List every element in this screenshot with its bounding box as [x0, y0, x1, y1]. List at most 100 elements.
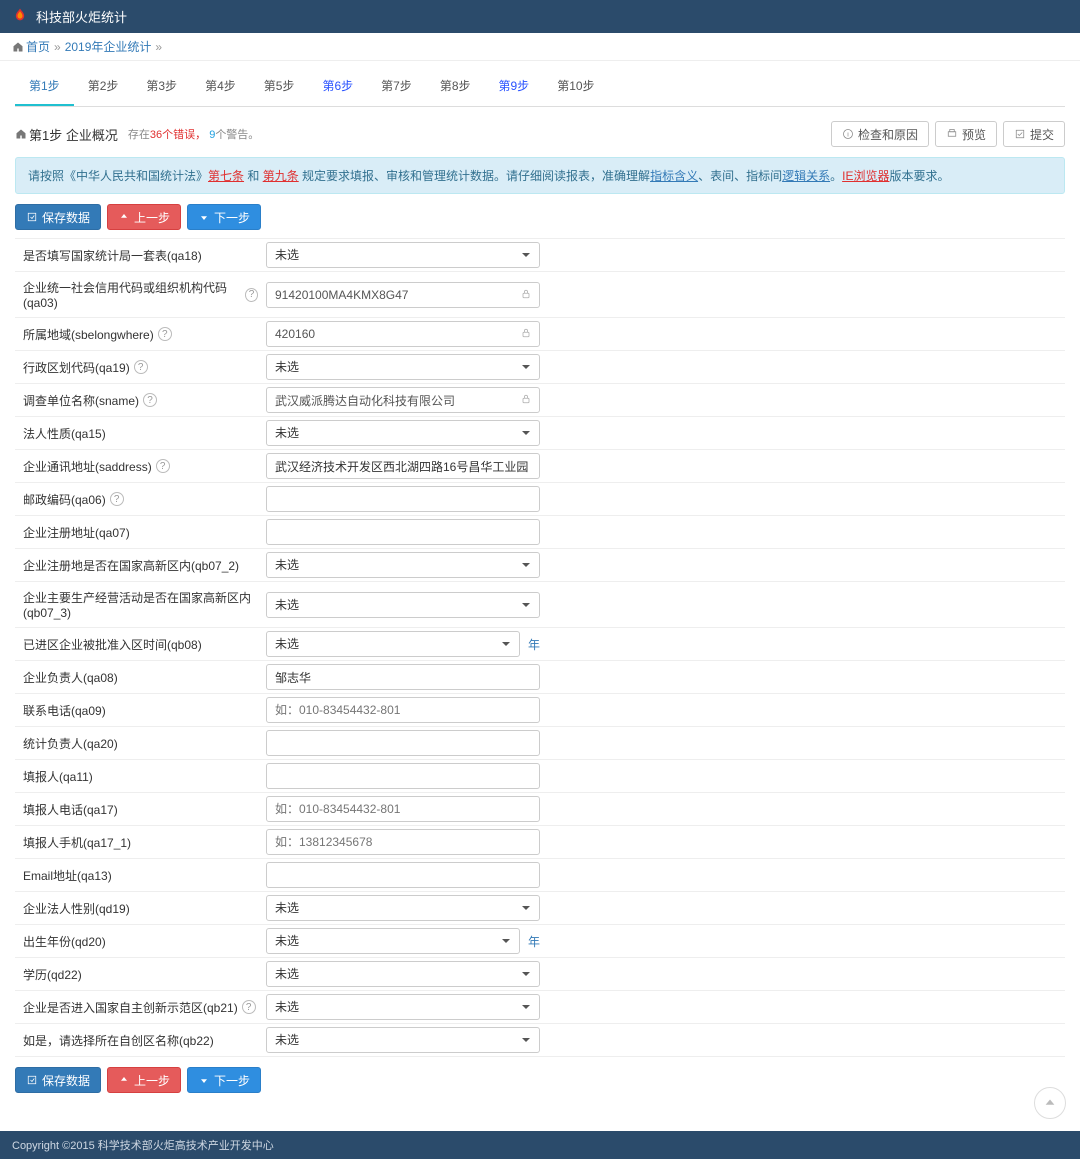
label-qa07: 企业注册地址(qa07) — [15, 517, 266, 548]
save-button[interactable]: 保存数据 — [15, 1067, 101, 1093]
breadcrumb-lvl1[interactable]: 2019年企业统计 — [65, 38, 152, 55]
select-qd22[interactable]: 未选 — [266, 961, 540, 987]
help-icon[interactable]: ? — [242, 1000, 256, 1014]
home-icon — [12, 41, 24, 53]
check-button[interactable]: i检查和原因 — [831, 121, 929, 147]
label-sname: 调查单位名称(sname)? — [15, 385, 266, 416]
help-icon[interactable]: ? — [110, 492, 124, 506]
select-qb22[interactable]: 未选 — [266, 1027, 540, 1053]
help-icon[interactable]: ? — [158, 327, 172, 341]
label-qa13: Email地址(qa13) — [15, 860, 266, 891]
label-qa15: 法人性质(qa15) — [15, 418, 266, 449]
section-header: 第1步 企业概况 存在36个错误， 9个警告。 i检查和原因 预览 提交 — [15, 107, 1065, 157]
form-row-qa13: Email地址(qa13) — [15, 858, 1065, 891]
prev-button[interactable]: 上一步 — [107, 1067, 181, 1093]
label-sbelongwhere: 所属地域(sbelongwhere)? — [15, 319, 266, 350]
arrow-up-icon — [118, 1074, 130, 1086]
arrow-up-icon — [1043, 1096, 1057, 1110]
preview-button[interactable]: 预览 — [935, 121, 997, 147]
home-icon — [15, 128, 27, 140]
label-qb21: 企业是否进入国家自主创新示范区(qb21)? — [15, 992, 266, 1023]
tab-step-6[interactable]: 第6步 — [308, 67, 367, 106]
tab-step-7[interactable]: 第7步 — [367, 67, 426, 106]
breadcrumb-home[interactable]: 首页 — [26, 38, 50, 55]
next-button[interactable]: 下一步 — [187, 1067, 261, 1093]
select-qb07_3[interactable]: 未选 — [266, 592, 540, 618]
app-header: 科技部火炬统计 — [0, 0, 1080, 33]
input-saddress[interactable] — [266, 453, 540, 479]
input-qa17_1[interactable] — [266, 829, 540, 855]
torch-icon — [10, 7, 30, 27]
form-row-sname: 调查单位名称(sname)? — [15, 383, 1065, 416]
tab-step-10[interactable]: 第10步 — [543, 67, 608, 106]
logic-link[interactable]: 逻辑关系 — [782, 169, 830, 183]
arrow-down-icon — [198, 1074, 210, 1086]
input-sname — [266, 387, 540, 413]
input-qa07[interactable] — [266, 519, 540, 545]
submit-button[interactable]: 提交 — [1003, 121, 1065, 147]
form-row-qa07: 企业注册地址(qa07) — [15, 515, 1065, 548]
prev-button[interactable]: 上一步 — [107, 204, 181, 230]
label-qa17_1: 填报人手机(qa17_1) — [15, 827, 266, 858]
form-row-qa15: 法人性质(qa15)未选 — [15, 416, 1065, 449]
select-qd19[interactable]: 未选 — [266, 895, 540, 921]
button-bar-top: 保存数据 上一步 下一步 — [15, 204, 1065, 230]
breadcrumb: 首页 » 2019年企业统计 » — [0, 33, 1080, 61]
button-bar-bottom: 保存数据 上一步 下一步 — [15, 1067, 1065, 1093]
tab-step-1[interactable]: 第1步 — [15, 67, 74, 106]
ie-link[interactable]: IE浏览器 — [842, 169, 889, 183]
select-qa19[interactable]: 未选 — [266, 354, 540, 380]
form-row-qb07_3: 企业主要生产经营活动是否在国家高新区内(qb07_3)未选 — [15, 581, 1065, 627]
input-qa17[interactable] — [266, 796, 540, 822]
scroll-top-button[interactable] — [1034, 1087, 1066, 1119]
label-qb22: 如是，请选择所在自创区名称(qb22) — [15, 1025, 266, 1056]
save-button[interactable]: 保存数据 — [15, 204, 101, 230]
tab-step-5[interactable]: 第5步 — [250, 67, 309, 106]
input-qa09[interactable] — [266, 697, 540, 723]
form-row-qa03: 企业统一社会信用代码或组织机构代码(qa03)? — [15, 271, 1065, 317]
tab-step-9[interactable]: 第9步 — [485, 67, 544, 106]
input-qa13[interactable] — [266, 862, 540, 888]
law-link-9[interactable]: 第九条 — [263, 169, 299, 183]
label-qa03: 企业统一社会信用代码或组织机构代码(qa03)? — [15, 272, 266, 317]
label-qd22: 学历(qd22) — [15, 959, 266, 990]
input-qa08[interactable] — [266, 664, 540, 690]
select-qb08[interactable]: 未选 — [266, 631, 520, 657]
label-qa20: 统计负责人(qa20) — [15, 728, 266, 759]
help-icon[interactable]: ? — [134, 360, 148, 374]
label-qb07_2: 企业注册地是否在国家高新区内(qb07_2) — [15, 550, 266, 581]
tab-step-4[interactable]: 第4步 — [191, 67, 250, 106]
step-tabs: 第1步第2步第3步第4步第5步第6步第7步第8步第9步第10步 — [15, 67, 1065, 107]
section-name: 企业概况 — [66, 125, 118, 144]
select-qa18[interactable]: 未选 — [266, 242, 540, 268]
save-icon — [26, 211, 38, 223]
submit-icon — [1014, 128, 1026, 140]
form-row-qd19: 企业法人性别(qd19)未选 — [15, 891, 1065, 924]
label-qa06: 邮政编码(qa06)? — [15, 484, 266, 515]
form-row-qb22: 如是，请选择所在自创区名称(qb22)未选 — [15, 1023, 1065, 1057]
input-qa11[interactable] — [266, 763, 540, 789]
select-qb07_2[interactable]: 未选 — [266, 552, 540, 578]
select-qb21[interactable]: 未选 — [266, 994, 540, 1020]
indicator-link[interactable]: 指标含义 — [650, 169, 698, 183]
form-row-sbelongwhere: 所属地域(sbelongwhere)? — [15, 317, 1065, 350]
instruction-alert: 请按照《中华人民共和国统计法》第七条 和 第九条 规定要求填报、审核和管理统计数… — [15, 157, 1065, 194]
form-row-qa17_1: 填报人手机(qa17_1) — [15, 825, 1065, 858]
law-link-7[interactable]: 第七条 — [208, 169, 244, 183]
tab-step-8[interactable]: 第8步 — [426, 67, 485, 106]
next-button[interactable]: 下一步 — [187, 204, 261, 230]
tab-step-3[interactable]: 第3步 — [132, 67, 191, 106]
select-qa15[interactable]: 未选 — [266, 420, 540, 446]
help-icon[interactable]: ? — [156, 459, 170, 473]
form-row-saddress: 企业通讯地址(saddress)? — [15, 449, 1065, 482]
select-qd20[interactable]: 未选 — [266, 928, 520, 954]
label-qa09: 联系电话(qa09) — [15, 695, 266, 726]
input-qa06[interactable] — [266, 486, 540, 512]
label-qd20: 出生年份(qd20) — [15, 926, 266, 957]
input-sbelongwhere — [266, 321, 540, 347]
tab-step-2[interactable]: 第2步 — [74, 67, 133, 106]
help-icon[interactable]: ? — [143, 393, 157, 407]
input-qa20[interactable] — [266, 730, 540, 756]
arrow-down-icon — [198, 211, 210, 223]
help-icon[interactable]: ? — [245, 288, 258, 302]
